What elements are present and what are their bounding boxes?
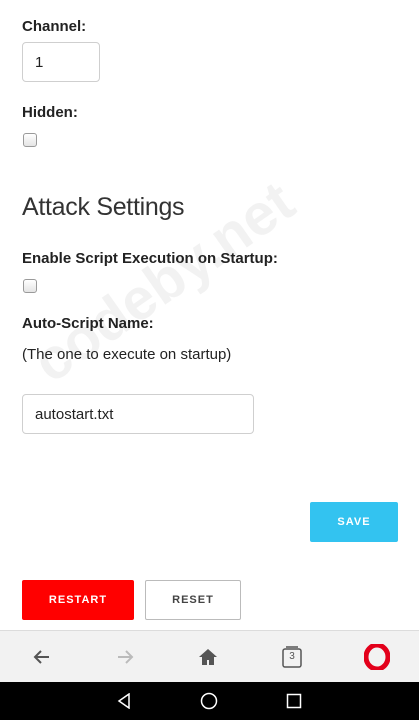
- enable-script-label: Enable Script Execution on Startup:: [22, 250, 278, 267]
- tab-count: 3: [289, 651, 295, 662]
- hidden-label: Hidden:: [22, 104, 78, 121]
- reset-button[interactable]: RESET: [145, 580, 241, 620]
- system-recents-icon[interactable]: [269, 682, 319, 720]
- browser-toolbar: 3: [0, 630, 419, 682]
- system-back-icon[interactable]: [99, 682, 149, 720]
- system-home-icon[interactable]: [184, 682, 234, 720]
- channel-label: Channel:: [22, 18, 87, 35]
- autoscript-hint: (The one to execute on startup): [22, 346, 232, 363]
- tabs-icon[interactable]: 3: [262, 631, 322, 683]
- enable-script-checkbox[interactable]: [23, 279, 37, 293]
- attack-settings-heading: Attack Settings: [22, 193, 185, 221]
- home-icon[interactable]: [178, 631, 238, 683]
- autoscript-name-label: Auto-Script Name:: [22, 315, 154, 332]
- back-arrow-icon[interactable]: [12, 631, 72, 683]
- opera-icon[interactable]: [347, 631, 407, 683]
- restart-button[interactable]: RESTART: [22, 580, 134, 620]
- forward-arrow-icon[interactable]: [95, 631, 155, 683]
- channel-input[interactable]: [22, 42, 100, 82]
- system-nav-bar: [0, 682, 419, 720]
- autoscript-name-input[interactable]: [22, 394, 254, 434]
- hidden-checkbox[interactable]: [23, 133, 37, 147]
- save-button[interactable]: SAVE: [310, 502, 398, 542]
